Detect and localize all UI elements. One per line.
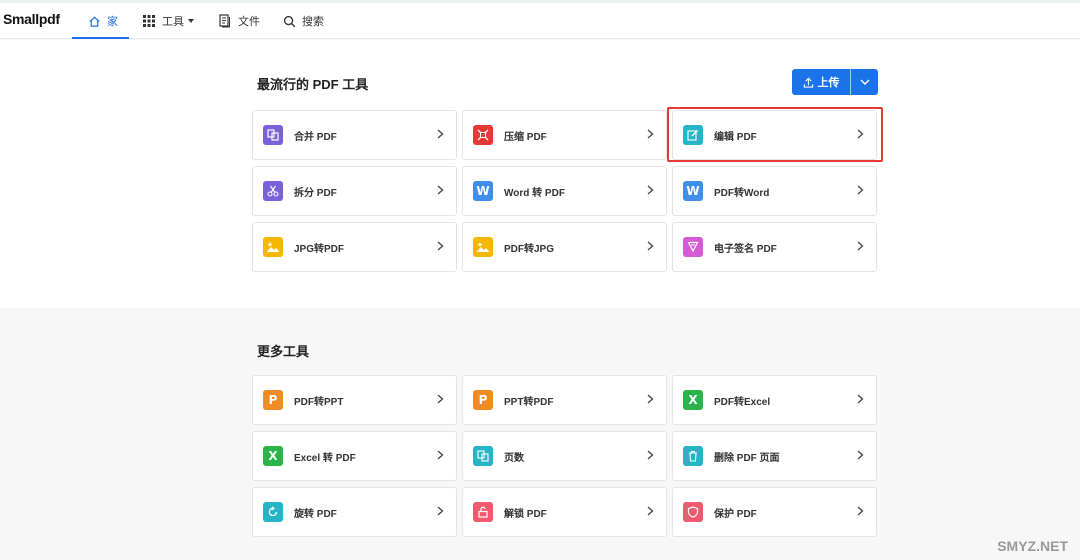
popular-tool-card[interactable]: PDF转JPG xyxy=(462,222,667,272)
shield-icon xyxy=(683,502,703,522)
chevron-right-icon xyxy=(647,393,654,408)
word-icon: W xyxy=(473,181,493,201)
popular-tool-card-label: PDF转JPG xyxy=(504,243,555,255)
popular-tool-card-label: 合并 PDF xyxy=(294,131,337,143)
search-icon xyxy=(282,14,296,28)
popular-tool-card[interactable]: 压缩 PDF xyxy=(462,110,667,160)
chevron-right-icon xyxy=(437,240,444,255)
upload-dropdown-button[interactable] xyxy=(851,69,878,95)
chevron-right-icon xyxy=(647,128,654,143)
more-tool-card-label: 页数 xyxy=(504,452,524,464)
popular-tool-card[interactable]: 拆分 PDF xyxy=(252,166,457,216)
chevron-down-icon xyxy=(860,76,870,88)
chevron-right-icon xyxy=(437,505,444,520)
unlock-icon xyxy=(473,502,493,522)
chevron-right-icon xyxy=(647,505,654,520)
caret-down-icon xyxy=(188,19,194,23)
image-icon xyxy=(263,237,283,257)
more-tool-card-label: 旋转 PDF xyxy=(294,508,337,520)
chevron-right-icon xyxy=(437,184,444,199)
more-tool-card[interactable]: X Excel 转 PDF xyxy=(252,431,457,481)
more-tool-card-label: PDF转Excel xyxy=(714,396,771,408)
more-tool-card[interactable]: P PDF转PPT xyxy=(252,375,457,425)
popular-tool-card[interactable]: W PDF转Word xyxy=(672,166,877,216)
more-tool-card[interactable]: 解锁 PDF xyxy=(462,487,667,537)
chevron-right-icon xyxy=(857,128,864,143)
more-tool-card[interactable]: 旋转 PDF xyxy=(252,487,457,537)
watermark-site: SMYZ.NET xyxy=(997,538,1068,554)
nav-search-label: 搜索 xyxy=(302,16,324,28)
more-tool-card-label: PPT转PDF xyxy=(504,396,554,408)
popular-tool-card-label: PDF转Word xyxy=(714,187,770,199)
edit-icon xyxy=(683,125,703,145)
more-tool-card[interactable]: 保护 PDF xyxy=(672,487,877,537)
more-tool-card-label: 保护 PDF xyxy=(714,508,757,520)
nav-tools[interactable]: 工具 xyxy=(142,3,194,39)
image-icon xyxy=(473,237,493,257)
more-tool-card[interactable]: 删除 PDF 页面 xyxy=(672,431,877,481)
chevron-right-icon xyxy=(857,449,864,464)
more-tool-card[interactable]: P PPT转PDF xyxy=(462,375,667,425)
popular-tool-card-label: 电子签名 PDF xyxy=(714,243,777,255)
chevron-right-icon xyxy=(437,128,444,143)
excel-icon: X xyxy=(683,390,703,410)
top-navbar: Smallpdf 家 工具 文件 搜索 xyxy=(0,3,1080,39)
popular-tool-card[interactable]: JPG转PDF xyxy=(252,222,457,272)
chevron-right-icon xyxy=(857,240,864,255)
popular-tool-card-label: 拆分 PDF xyxy=(294,187,337,199)
popular-tool-card[interactable]: W Word 转 PDF xyxy=(462,166,667,216)
popular-tool-card-label: 压缩 PDF xyxy=(504,131,547,143)
upload-icon xyxy=(803,77,814,88)
upload-button[interactable]: 上传 xyxy=(792,69,850,95)
popular-tools-title: 最流行的 PDF 工具 xyxy=(257,77,369,92)
compress-icon xyxy=(473,125,493,145)
home-icon xyxy=(87,14,101,28)
more-tool-card-label: 删除 PDF 页面 xyxy=(714,452,780,464)
nav-documents[interactable]: 文件 xyxy=(218,3,260,39)
popular-tool-card-label: Word 转 PDF xyxy=(504,187,565,199)
more-tool-card-label: Excel 转 PDF xyxy=(294,452,356,464)
popular-tool-card-label: JPG转PDF xyxy=(294,243,345,255)
nav-search[interactable]: 搜索 xyxy=(282,3,324,39)
chevron-right-icon xyxy=(857,393,864,408)
nav-tools-label: 工具 xyxy=(162,16,184,28)
page-number-icon xyxy=(473,446,493,466)
sign-icon xyxy=(683,237,703,257)
trash-icon xyxy=(683,446,703,466)
split-icon xyxy=(263,181,283,201)
chevron-right-icon xyxy=(647,240,654,255)
more-tool-card[interactable]: X PDF转Excel xyxy=(672,375,877,425)
word-icon: W xyxy=(683,181,703,201)
excel-icon: X xyxy=(263,446,283,466)
popular-tool-card-label: 编辑 PDF xyxy=(714,131,757,143)
merge-icon xyxy=(263,125,283,145)
nav-documents-label: 文件 xyxy=(238,16,260,28)
rotate-icon xyxy=(263,502,283,522)
more-tools-title: 更多工具 xyxy=(257,344,310,359)
nav-home[interactable]: 家 xyxy=(72,3,129,39)
nav-home-label: 家 xyxy=(107,16,118,28)
brand-logo[interactable]: Smallpdf xyxy=(3,11,60,27)
more-tool-card[interactable]: 页数 xyxy=(462,431,667,481)
chevron-right-icon xyxy=(647,449,654,464)
ppt-icon: P xyxy=(263,390,283,410)
upload-button-group: 上传 xyxy=(792,69,878,95)
chevron-right-icon xyxy=(857,184,864,199)
more-tool-card-label: 解锁 PDF xyxy=(504,508,547,520)
document-icon xyxy=(218,14,232,28)
more-tool-card-label: PDF转PPT xyxy=(294,396,344,408)
popular-tool-card[interactable]: 编辑 PDF xyxy=(672,110,877,160)
popular-tool-card[interactable]: 电子签名 PDF xyxy=(672,222,877,272)
upload-label: 上传 xyxy=(817,77,840,89)
chevron-right-icon xyxy=(437,449,444,464)
grid-icon xyxy=(142,14,156,28)
chevron-right-icon xyxy=(647,184,654,199)
popular-tool-card[interactable]: 合并 PDF xyxy=(252,110,457,160)
chevron-right-icon xyxy=(437,393,444,408)
ppt-icon: P xyxy=(473,390,493,410)
chevron-right-icon xyxy=(857,505,864,520)
